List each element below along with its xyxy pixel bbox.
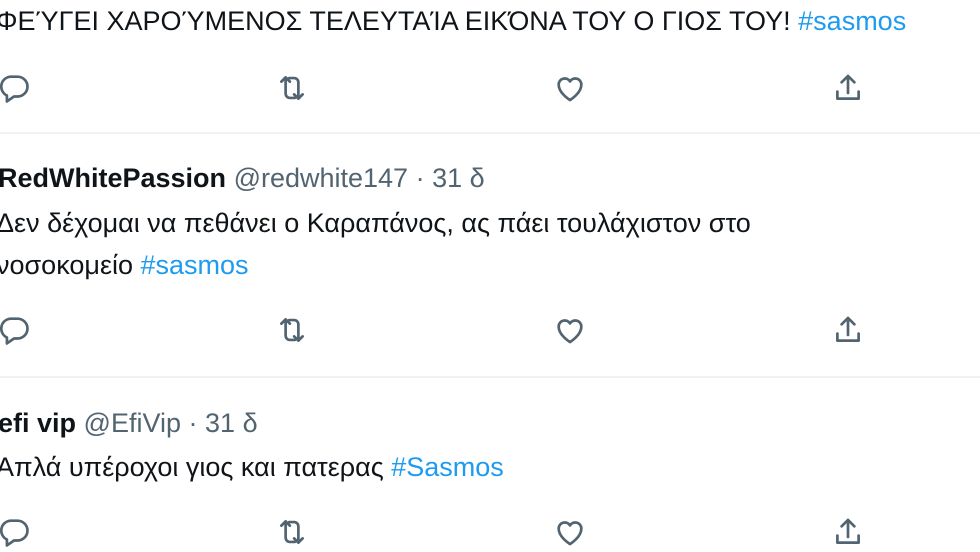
tweet-text-line: ΦΕΎΓΕΙ ΧΑΡΟΎΜΕΝΟΣ ΤΕΛΕΥΤΑΊΑ ΕΙΚΌΝΑ ΤΟΥ Ο… xyxy=(0,6,907,36)
tweet-3[interactable]: efi vip @EfiVip · 31 δ Απλά υπέροχοι γιο… xyxy=(0,378,980,547)
retweet-button[interactable] xyxy=(272,310,312,350)
heart-icon xyxy=(557,521,583,546)
share-icon xyxy=(836,74,860,100)
share-button[interactable] xyxy=(828,68,868,108)
share-icon xyxy=(836,316,860,342)
hashtag-link[interactable]: #Sasmos xyxy=(391,452,504,482)
tweet-timestamp[interactable]: 31 δ xyxy=(432,163,485,193)
reply-icon xyxy=(0,317,29,345)
retweet-icon xyxy=(280,76,304,100)
like-button[interactable] xyxy=(550,310,590,350)
tweet-2[interactable]: RedWhitePassion @redwhite147 · 31 δ Δεν … xyxy=(0,134,980,374)
tweet-header: efi vip @EfiVip · 31 δ xyxy=(0,407,258,439)
reply-button[interactable] xyxy=(0,310,34,350)
heart-icon xyxy=(557,77,583,102)
tweet-1[interactable]: ΦΕΎΓΕΙ ΧΑΡΟΎΜΕΝΟΣ ΤΕΛΕΥΤΑΊΑ ΕΙΚΌΝΑ ΤΟΥ Ο… xyxy=(0,0,980,130)
share-button[interactable] xyxy=(828,310,868,350)
author-name[interactable]: RedWhitePassion xyxy=(0,163,226,193)
tweet-actions xyxy=(0,310,980,350)
author-handle[interactable]: @EfiVip xyxy=(84,408,181,438)
separator-dot: · xyxy=(188,408,198,438)
hashtag-link[interactable]: #sasmos xyxy=(141,250,249,280)
retweet-icon xyxy=(280,520,304,544)
hashtag-link[interactable]: #sasmos xyxy=(798,6,906,36)
tweet-timestamp[interactable]: 31 δ xyxy=(205,408,258,438)
reply-icon xyxy=(0,75,29,103)
tweet-header: RedWhitePassion @redwhite147 · 31 δ xyxy=(0,162,485,194)
reply-button[interactable] xyxy=(0,512,34,552)
tweet-actions xyxy=(0,512,980,552)
separator-dot: · xyxy=(415,163,425,193)
tweet-text-line: νοσοκομείο #sasmos xyxy=(0,250,249,280)
tweet-text-line: Απλά υπέροχοι γιος και πατερας #Sasmos xyxy=(0,452,504,482)
tweet-text-line: Δεν δέχομαι να πεθάνει ο Καραπάνος, ας π… xyxy=(0,208,751,238)
like-button[interactable] xyxy=(550,68,590,108)
tweet-actions xyxy=(0,68,980,108)
retweet-icon xyxy=(280,318,304,342)
reply-button[interactable] xyxy=(0,68,34,108)
retweet-button[interactable] xyxy=(272,512,312,552)
retweet-button[interactable] xyxy=(272,68,312,108)
heart-icon xyxy=(557,319,583,344)
like-button[interactable] xyxy=(550,512,590,552)
share-icon xyxy=(836,518,860,544)
share-button[interactable] xyxy=(828,512,868,552)
author-name[interactable]: efi vip xyxy=(0,408,76,438)
reply-icon xyxy=(0,519,29,547)
author-handle[interactable]: @redwhite147 xyxy=(234,163,409,193)
